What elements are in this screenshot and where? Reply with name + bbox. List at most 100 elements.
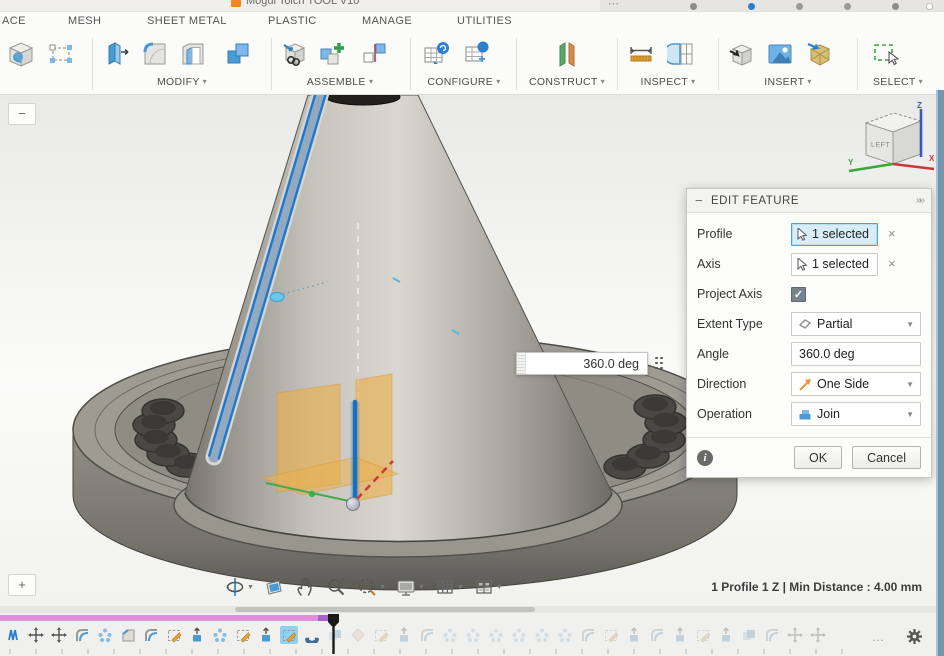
inspect-menu[interactable]: INSPECT ▾ — [618, 76, 718, 88]
grid-button[interactable]: ▼ — [432, 575, 466, 599]
dropdown-caret-icon[interactable]: ▼ — [496, 584, 503, 591]
y-axis-handle[interactable] — [309, 491, 315, 497]
dropdown-caret-icon[interactable]: ▼ — [247, 584, 254, 591]
timeline-feature-fillet[interactable] — [648, 626, 666, 644]
pan-button[interactable] — [292, 575, 318, 599]
select-tool-icon[interactable] — [868, 37, 902, 71]
extent-type-dropdown[interactable]: Partial ▼ — [791, 312, 921, 336]
avatar[interactable] — [926, 3, 933, 10]
viewports-button[interactable]: ▼ — [471, 575, 505, 599]
press-pull-icon[interactable] — [100, 37, 134, 71]
tab-manage[interactable]: MANAGE — [362, 15, 412, 27]
timeline-feature-sketch[interactable] — [694, 626, 712, 644]
timeline-scrollbar-track[interactable] — [0, 606, 936, 613]
timeline-feature-fillet[interactable] — [73, 626, 91, 644]
timeline-feature-pattern[interactable] — [464, 626, 482, 644]
timeline-feature-sketch[interactable] — [372, 626, 390, 644]
fillet-icon[interactable] — [138, 37, 172, 71]
timeline-feature-move[interactable] — [809, 626, 827, 644]
timeline-feature-move[interactable] — [27, 626, 45, 644]
look-at-button[interactable] — [261, 575, 287, 599]
axis-selection-button[interactable]: 1 selected — [791, 253, 878, 276]
measure-icon[interactable] — [624, 37, 658, 71]
slot-manipulator-handle[interactable] — [270, 293, 284, 302]
timeline-feature-move[interactable] — [50, 626, 68, 644]
zoom-window-button[interactable]: ▼ — [354, 575, 388, 599]
browser-expand-button[interactable]: + — [8, 574, 36, 596]
canvas-icon[interactable] — [763, 37, 797, 71]
timeline-feature-pattern[interactable] — [441, 626, 459, 644]
insert-menu[interactable]: INSERT ▾ — [719, 76, 857, 88]
dropdown-caret-icon[interactable]: ▼ — [418, 584, 425, 591]
operation-dropdown[interactable]: Join ▼ — [791, 402, 921, 426]
timeline-feature-combine[interactable] — [740, 626, 758, 644]
joint-icon[interactable] — [357, 37, 391, 71]
profile-selection-button[interactable]: 1 selected — [791, 223, 878, 246]
timeline-feature-extrude[interactable] — [671, 626, 689, 644]
ok-button[interactable]: OK — [794, 446, 842, 469]
timeline-feature-pattern[interactable] — [556, 626, 574, 644]
timeline-feature-extrude[interactable] — [257, 626, 275, 644]
zoom-button[interactable]: ± — [323, 575, 349, 599]
overflow-menu-icon[interactable]: ⋯ — [608, 0, 619, 10]
construct-menu[interactable]: CONSTRUCT ▾ — [517, 76, 617, 88]
tab-plastic[interactable]: PLASTIC — [268, 15, 317, 27]
timeline-feature-pattern[interactable] — [487, 626, 505, 644]
timeline-feature-sketch[interactable] — [280, 626, 298, 644]
viewcube-face-label[interactable]: LEFT — [871, 142, 890, 149]
toolbar-extension-icon[interactable] — [892, 3, 899, 10]
orbit-button[interactable]: ▼ — [222, 575, 256, 599]
box-select-mode-icon[interactable] — [44, 37, 78, 71]
timeline-feature-pattern[interactable] — [510, 626, 528, 644]
timeline-feature-pattern[interactable] — [211, 626, 229, 644]
timeline-feature-extrude[interactable] — [717, 626, 735, 644]
angle-input[interactable]: 360.0 deg — [791, 342, 921, 366]
form-tool-icon[interactable] — [4, 37, 38, 71]
cancel-button[interactable]: Cancel — [852, 446, 921, 469]
dropdown-caret-icon[interactable]: ▼ — [379, 584, 386, 591]
timeline-feature-fillet[interactable] — [763, 626, 781, 644]
timeline-feature-loft[interactable] — [349, 626, 367, 644]
construction-plane[interactable] — [262, 374, 398, 501]
configure-table-icon[interactable] — [420, 37, 454, 71]
timeline-feature-fillet[interactable] — [579, 626, 597, 644]
select-menu[interactable]: SELECT ▾ — [858, 76, 938, 88]
dropdown-caret-icon[interactable]: ▼ — [457, 584, 464, 591]
drag-grip-icon[interactable] — [517, 353, 526, 374]
timeline-feature-sketch[interactable] — [602, 626, 620, 644]
display-settings-button[interactable]: ▼ — [393, 575, 427, 599]
section-analysis-icon[interactable] — [665, 37, 699, 71]
timeline-scrollbar-thumb[interactable] — [235, 607, 535, 612]
configuration-icon[interactable] — [460, 37, 494, 71]
timeline-feature-move[interactable] — [786, 626, 804, 644]
toolbar-extension-icon[interactable] — [748, 3, 755, 10]
assemble-menu[interactable]: ASSEMBLE ▾ — [272, 76, 408, 88]
derive-icon[interactable] — [278, 37, 312, 71]
angle-dimension-value[interactable]: 360.0 deg — [526, 357, 647, 371]
construct-plane-icon[interactable] — [550, 37, 584, 71]
timeline-feature-fillet[interactable] — [142, 626, 160, 644]
timeline-feature-pattern[interactable] — [96, 626, 114, 644]
timeline-feature-extrude[interactable] — [188, 626, 206, 644]
dimension-handle-icon[interactable] — [655, 353, 665, 373]
timeline-feature-pattern[interactable] — [533, 626, 551, 644]
info-icon[interactable]: i — [697, 450, 713, 466]
insert-cad-icon[interactable] — [803, 37, 837, 71]
angle-dimension-input[interactable]: 360.0 deg — [516, 352, 648, 375]
expand-panel-icon[interactable]: »» — [916, 195, 923, 206]
modify-menu[interactable]: MODIFY ▾ — [93, 76, 271, 88]
viewcube[interactable]: LEFT Z X Y — [846, 101, 936, 187]
timeline-feature-sketch[interactable] — [234, 626, 252, 644]
toolbar-extension-icon[interactable] — [844, 3, 851, 10]
configure-menu[interactable]: CONFIGURE ▾ — [412, 76, 516, 88]
clear-selection-icon[interactable]: × — [888, 258, 896, 270]
clear-selection-icon[interactable]: × — [888, 228, 896, 240]
timeline-feature-fillet[interactable] — [418, 626, 436, 644]
tab-mesh[interactable]: MESH — [68, 15, 101, 27]
timeline-feature-sketch[interactable] — [165, 626, 183, 644]
dialog-header[interactable]: − EDIT FEATURE »» — [687, 189, 931, 213]
toolbar-extension-icon[interactable] — [690, 3, 697, 10]
timeline-feature-revolve[interactable] — [303, 626, 321, 644]
timeline-playhead[interactable] — [327, 614, 340, 654]
timeline-feature-chamfer[interactable] — [119, 626, 137, 644]
